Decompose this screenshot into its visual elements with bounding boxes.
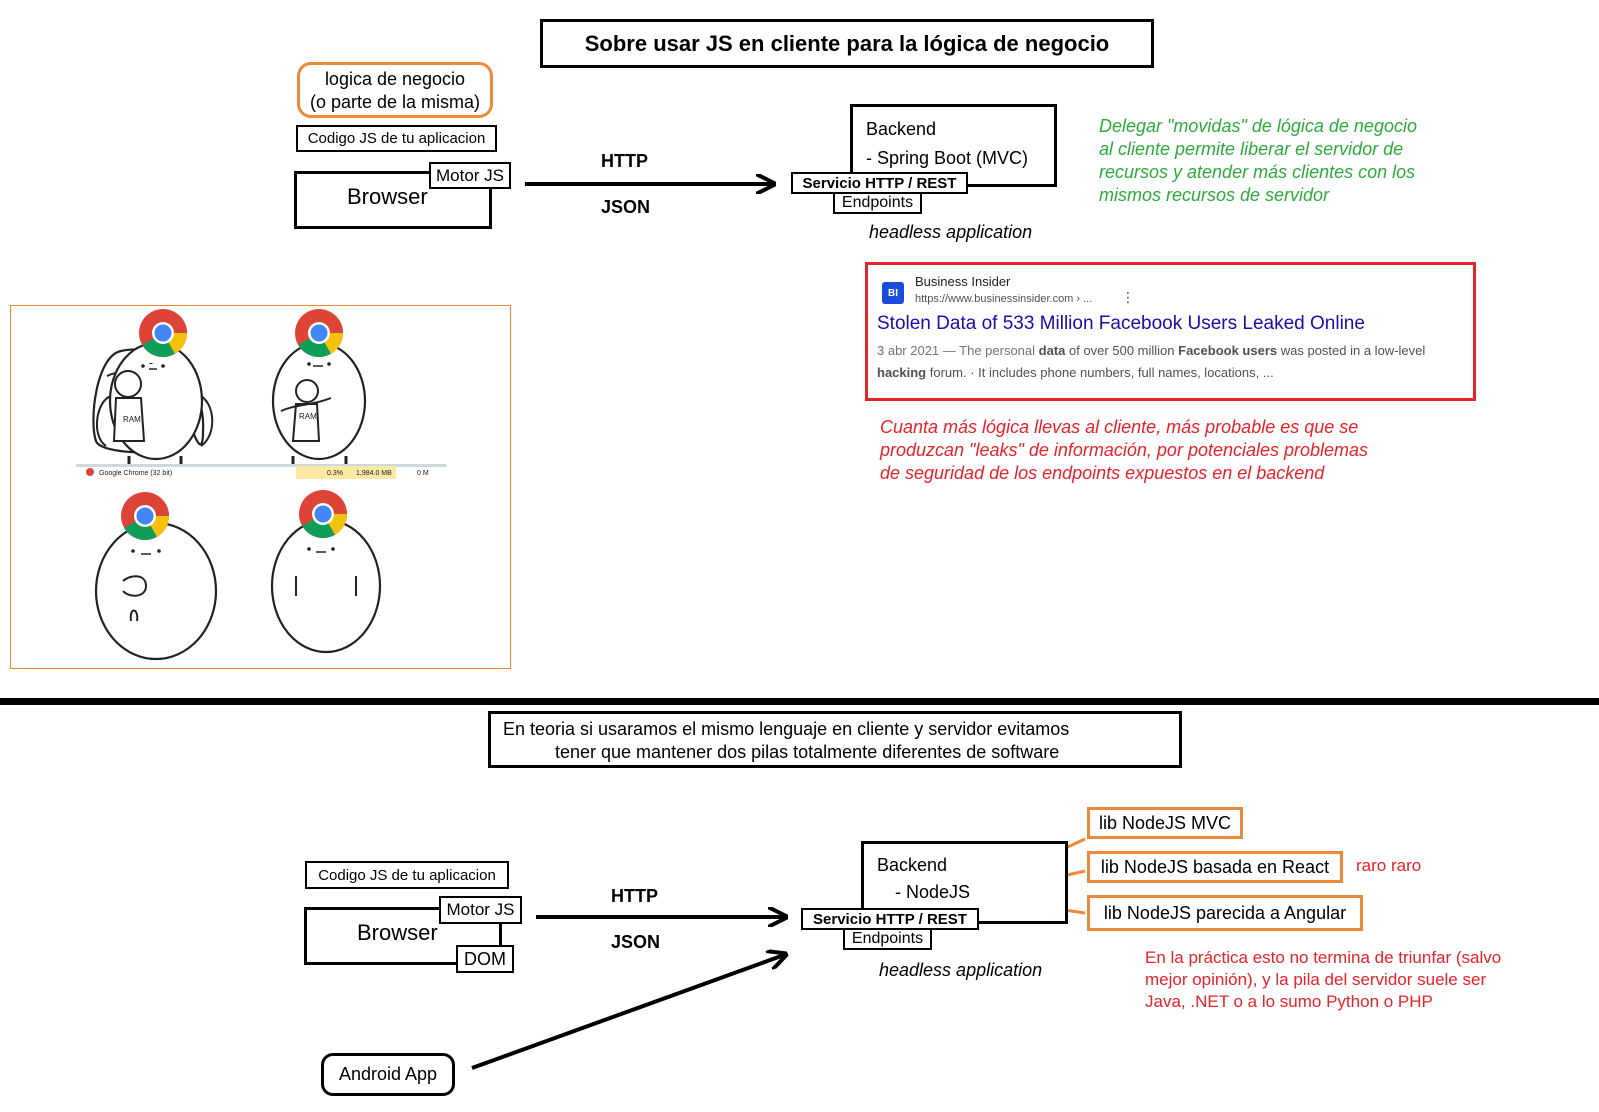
business-logic-box: logica de negocio (o parte de la misma) — [297, 62, 493, 118]
business-insider-logo: BI — [882, 282, 904, 304]
ram-label: RAM — [123, 415, 141, 424]
result-headline-link[interactable]: Stolen Data of 533 Million Facebook User… — [877, 313, 1365, 335]
raro-note: raro raro — [1356, 856, 1422, 875]
bottom-headless-label: headless application — [879, 960, 1043, 980]
bottom-js-code-label: Codigo JS de tu aplicacion — [318, 866, 496, 884]
snippet-text: forum. · It includes phone numbers, full… — [926, 365, 1274, 380]
snippet-date: 3 abr 2021 — The personal — [877, 343, 1039, 358]
green-note-line: al cliente permite liberar el servidor d… — [1099, 139, 1404, 159]
bottom-backend-item: - NodeJS — [895, 882, 971, 902]
top-service-label: Servicio HTTP / REST — [802, 174, 957, 192]
taskbar-cpu: 0.3% — [327, 470, 343, 477]
snippet-bold: Facebook users — [1178, 343, 1278, 358]
bottom-js-engine-label: Motor JS — [446, 900, 515, 919]
android-app-label: Android App — [338, 1064, 438, 1084]
meme-panel-3 — [94, 492, 218, 661]
android-app-box: Android App — [321, 1053, 455, 1096]
section-divider — [0, 698, 1599, 705]
red-note-line: Java, .NET o a lo sumo Python o PHP — [1145, 992, 1433, 1011]
top-js-engine-label: Motor JS — [435, 165, 505, 185]
meme-panel-1: RAM — [92, 309, 214, 464]
bottom-title-line1: En teoria si usaramos el mismo lenguaje … — [503, 719, 1070, 739]
top-json-label: JSON — [601, 197, 651, 217]
bottom-http-label: HTTP — [611, 886, 658, 906]
bottom-dom-box: DOM — [456, 945, 514, 973]
bottom-endpoints-box: Endpoints — [843, 928, 932, 950]
red-note-bottom: En la práctica esto no termina de triunf… — [1145, 947, 1501, 1013]
lib-angular-label: lib NodeJS parecida a Angular — [1103, 902, 1347, 923]
red-note-line: Cuanta más lógica llevas al cliente, más… — [880, 417, 1359, 437]
bottom-service-label: Servicio HTTP / REST — [813, 910, 967, 928]
bottom-service-box: Servicio HTTP / REST — [801, 908, 979, 930]
green-note: Delegar "movidas" de lógica de negocio a… — [1099, 115, 1417, 207]
bottom-json-label: JSON — [611, 932, 661, 952]
meme-illustration: RAM RAM Google Chrome (32 bit) 0.3% 1,98… — [76, 309, 446, 661]
red-note-line: mejor opinión), y la pila del servidor s… — [1145, 970, 1487, 989]
red-note-line: produzcan "leaks" de información, por po… — [880, 440, 1369, 460]
top-endpoints-label: Endpoints — [841, 194, 914, 211]
more-options-icon[interactable]: ⋮ — [1121, 289, 1135, 306]
snippet-text: was posted in a low-level — [1277, 343, 1426, 358]
top-title: Sobre usar JS en cliente para la lógica … — [584, 30, 1110, 56]
result-source: Business Insider — [915, 274, 1011, 289]
bottom-dom-label: DOM — [464, 948, 506, 969]
top-js-engine-box: Motor JS — [429, 162, 511, 189]
top-backend-item: - Spring Boot (MVC) — [866, 148, 1029, 168]
result-snippet-line2: hacking forum. · It includes phone numbe… — [877, 365, 1274, 380]
bottom-backend-title: Backend — [877, 855, 948, 875]
lib-angular-box: lib NodeJS parecida a Angular — [1087, 895, 1363, 931]
snippet-bold: data — [1038, 343, 1066, 358]
snippet-bold: hacking — [877, 365, 927, 380]
search-result-card: BI Business Insider https://www.business… — [865, 262, 1476, 401]
result-url: https://www.businessinsider.com › ... — [915, 293, 1093, 305]
meme-taskbar: Google Chrome (32 bit) 0.3% 1,984.0 MB 0… — [76, 464, 446, 479]
top-headless-label: headless application — [869, 222, 1033, 242]
top-service-box: Servicio HTTP / REST — [791, 172, 968, 194]
lib-react-label: lib NodeJS basada en React — [1100, 856, 1330, 877]
red-note-line: de seguridad de los endpoints expuestos … — [880, 463, 1325, 483]
lib-mvc-label: lib NodeJS MVC — [1098, 812, 1232, 833]
top-js-code-label: Codigo JS de tu aplicacion — [307, 130, 486, 147]
bottom-js-code-box: Codigo JS de tu aplicacion — [305, 861, 509, 889]
business-logic-line1: logica de negocio — [324, 69, 466, 89]
top-title-box: Sobre usar JS en cliente para la lógica … — [540, 19, 1154, 68]
bottom-endpoints-label: Endpoints — [851, 930, 924, 947]
top-endpoints-box: Endpoints — [833, 192, 922, 214]
chrome-ram-meme: RAM RAM Google Chrome (32 bit) 0.3% 1,98… — [10, 305, 511, 669]
top-http-label: HTTP — [601, 151, 648, 171]
meme-panel-4 — [270, 490, 382, 654]
top-backend-title: Backend — [866, 119, 937, 139]
taskbar-app: Google Chrome (32 bit) — [99, 470, 172, 477]
android-arrow — [471, 955, 784, 1070]
lib-mvc-box: lib NodeJS MVC — [1087, 807, 1243, 839]
bottom-title-box: En teoria si usaramos el mismo lenguaje … — [488, 711, 1182, 768]
top-browser-label: Browser — [347, 184, 428, 209]
ram-label: RAM — [299, 412, 317, 421]
green-note-line: recursos y atender más clientes con los — [1099, 162, 1416, 182]
snippet-text: of over 500 million — [1065, 343, 1179, 358]
meme-panel-2: RAM — [271, 309, 367, 464]
business-logic-line2: (o parte de la misma) — [309, 92, 481, 112]
bottom-js-engine-box: Motor JS — [439, 896, 522, 924]
bottom-browser-label: Browser — [357, 920, 438, 945]
lib-react-box: lib NodeJS basada en React — [1087, 851, 1343, 883]
top-js-code-box: Codigo JS de tu aplicacion — [296, 125, 497, 152]
taskbar-disk: 0 M — [417, 470, 429, 477]
taskbar-mem: 1,984.0 MB — [356, 470, 392, 477]
red-note-top: Cuanta más lógica llevas al cliente, más… — [880, 416, 1368, 485]
green-note-line: mismos recursos de servidor — [1099, 185, 1330, 205]
result-snippet-line1: 3 abr 2021 — The personal data of over 5… — [877, 343, 1425, 358]
red-note-line: En la práctica esto no termina de triunf… — [1145, 948, 1502, 967]
green-note-line: Delegar "movidas" de lógica de negocio — [1099, 116, 1417, 136]
bottom-title-line2: tener que mantener dos pilas totalmente … — [555, 742, 1060, 762]
